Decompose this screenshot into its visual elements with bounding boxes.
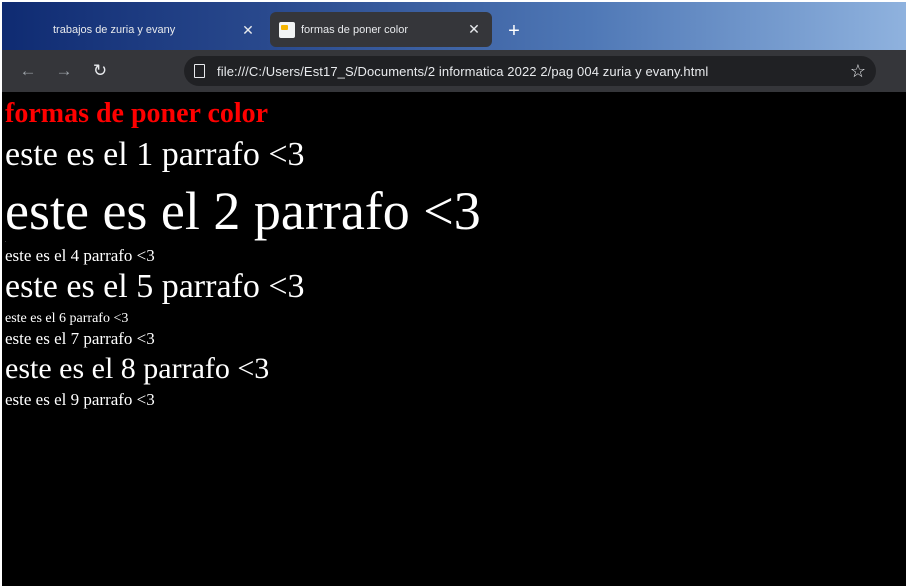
close-icon[interactable]: ✕ (238, 20, 258, 40)
close-icon[interactable]: ✕ (464, 20, 484, 40)
reload-icon: ↻ (92, 61, 108, 80)
tab-title: formas de poner color (301, 23, 408, 36)
paragraph-9: este es el 9 parrafo <3 (5, 390, 155, 409)
paragraph-4: este es el 4 parrafo <3 (5, 246, 155, 265)
arrow-left-icon: ← (19, 61, 37, 80)
page-favicon-icon (279, 21, 295, 38)
forward-button[interactable]: → (52, 59, 76, 83)
page-content: formas de poner color este es el 1 parra… (2, 92, 906, 586)
tab-strip: trabajos de zuria y evany ✕ formas de po… (2, 2, 906, 50)
browser-window: trabajos de zuria y evany ✕ formas de po… (2, 2, 906, 586)
paragraph-5: este es el 5 parrafo <3 (5, 268, 305, 305)
page-heading: formas de poner color (5, 98, 269, 129)
paragraph-8: este es el 8 parrafo <3 (5, 352, 270, 385)
tab-title: trabajos de zuria y evany (53, 24, 176, 36)
reload-button[interactable]: ↻ (88, 59, 112, 83)
back-button[interactable]: ← (16, 59, 40, 83)
paragraph-1: este es el 1 parrafo <3 (5, 136, 305, 173)
tab-trabajos[interactable]: trabajos de zuria y evany ✕ (8, 12, 266, 48)
paragraph-7: este es el 7 parrafo <3 (5, 329, 155, 348)
new-tab-button[interactable]: + (502, 19, 526, 43)
paragraph-2: este es el 2 parrafo <3 (5, 181, 481, 241)
file-icon (194, 64, 205, 78)
tab-formas[interactable]: formas de poner color ✕ (270, 12, 492, 47)
paragraph-6: este es el 6 parrafo <3 (5, 311, 129, 326)
star-icon[interactable]: ☆ (846, 59, 870, 83)
paragraph-3: - (5, 239, 6, 243)
address-bar[interactable]: file:///C:/Users/Est17_S/Documents/2 inf… (184, 56, 876, 86)
toolbar: ← → ↻ file:///C:/Users/Est17_S/Documents… (2, 50, 906, 92)
url-text[interactable]: file:///C:/Users/Est17_S/Documents/2 inf… (217, 64, 846, 79)
arrow-right-icon: → (55, 61, 73, 80)
